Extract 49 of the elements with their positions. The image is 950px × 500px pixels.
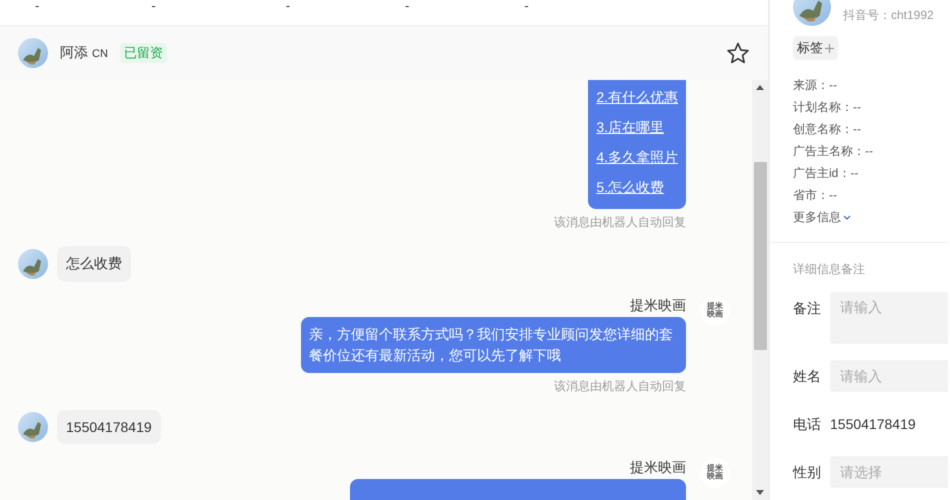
field-label: 电话 [793,415,821,434]
more-info-link[interactable]: 更多信息 [793,206,851,228]
field-value: 15504178419 [830,415,916,434]
tag-button[interactable]: 标签 [793,36,838,60]
scroll-down-icon[interactable] [756,490,764,495]
info-line: 创意名称：-- [793,121,862,138]
column-value: - [35,0,40,15]
scrollbar-thumb[interactable] [754,162,767,350]
field-label: 姓名 [793,367,821,386]
avatar-image [18,38,48,68]
remark-field[interactable]: 请输入 [830,292,948,344]
scroll-up-icon[interactable] [756,85,764,90]
scrollbar[interactable] [752,80,768,500]
column-value: - [151,0,156,15]
field-label: 备注 [793,299,821,318]
message-bubble: 15504178419 [57,410,161,444]
quick-reply-link[interactable]: 3.店在哪里 [596,112,678,142]
info-line: 来源：-- [793,77,838,94]
sender-name: 提米映画 [630,458,686,476]
quick-reply-link[interactable]: 2.有什么优惠 [596,82,678,112]
message-bubble: 怎么收费 [57,246,131,282]
column-value: - [286,0,290,15]
chevron-down-icon [843,214,851,220]
info-line: 计划名称：-- [793,99,862,116]
auto-reply-note: 该消息由机器人自动回复 [554,214,686,231]
brand-logo: 提米映画 [700,458,730,488]
column-value: - [524,0,529,15]
quick-reply-link[interactable]: 5.怎么收费 [596,172,678,202]
field-label: 性别 [793,463,821,482]
auto-reply-note: 该消息由机器人自动回复 [554,378,686,395]
avatar-image [18,412,48,442]
quick-reply-link[interactable]: 4.多久拿照片 [596,142,678,172]
plus-icon [825,44,834,52]
info-line: 广告主id：-- [793,165,860,182]
contact-name: 阿添 [60,44,88,62]
star-icon[interactable] [726,42,750,64]
info-line: 广告主名称：-- [793,143,874,160]
brand-logo: 提米映画 [700,296,730,326]
name-suffix: CN [92,48,108,60]
status-badge: 已留资 [120,43,167,63]
sender-name: 提米映画 [630,296,686,314]
avatar-image [18,249,48,279]
account-id: 抖音号：cht1992 [843,7,934,24]
message-bubble: 亲，方便留个联系方式吗？我们安排专业顾问发您详细的套餐价位还有最新活动，您可以先了解下哦 [301,317,686,373]
section-title: 详细信息备注 [792,261,866,278]
input-field[interactable]: 请输入 [830,360,948,392]
info-line: 省市：-- [793,187,838,204]
column-value: - [405,0,410,15]
select-field[interactable]: 请选择 [830,456,948,488]
